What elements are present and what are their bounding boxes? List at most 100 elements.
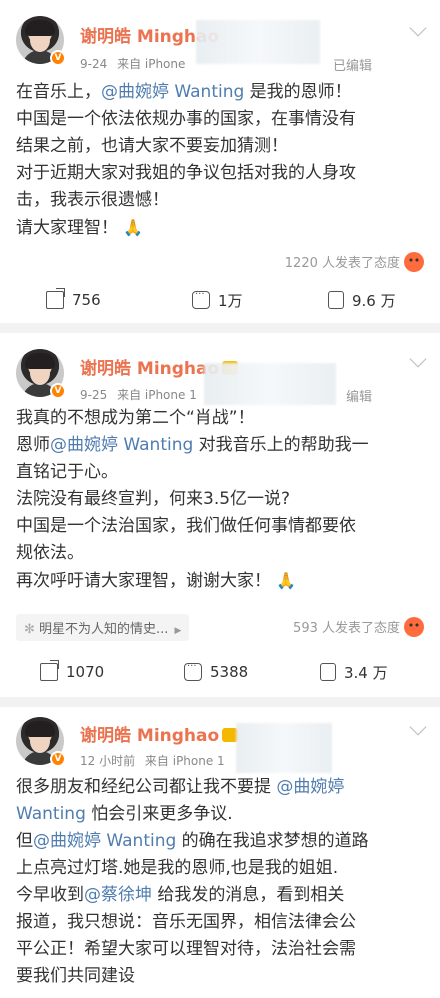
- text-line: 今早收到@蔡徐坤 给我发的消息，看到相关: [16, 882, 424, 909]
- text-seg: 击，我表示很遗憾！: [16, 190, 169, 210]
- post-source: 来自 iPhone 1: [117, 388, 197, 402]
- avatar-hair: [25, 20, 55, 36]
- arrow-right-icon: ▶: [174, 626, 182, 636]
- text-line: 在音乐上，@曲婉婷 Wanting 是我的恩师！: [16, 79, 424, 106]
- post-separator: [0, 697, 440, 707]
- text-line: 法院没有最终宣判，何来3.5亿一说?: [16, 486, 424, 513]
- text-line: 击，我表示很遗憾！: [16, 187, 424, 214]
- post-meta: 9-24 来自 iPhone: [80, 55, 191, 72]
- edited-label: 编辑: [346, 390, 373, 405]
- redacted-area: [204, 363, 336, 405]
- repost-icon: [46, 291, 64, 309]
- text-line: 规依法。: [16, 540, 424, 567]
- text-line: 对于近期大家对我姐的争议包括对我的人身攻: [16, 160, 424, 187]
- text-line: 恩师@曲婉婷 Wanting 对我音乐上的帮助我一: [16, 432, 424, 459]
- text-seg: 恩师: [16, 435, 50, 455]
- text-line: 请大家理智！ 🙏: [16, 214, 424, 242]
- repost-icon: [40, 663, 58, 681]
- chevron-down-icon[interactable]: [409, 718, 427, 736]
- repost-button[interactable]: 756: [46, 280, 101, 320]
- post-meta: 12 小时前 来自 iPhone 1: [80, 752, 231, 769]
- text-line: 很多朋友和经纪公司都让我不要提 @曲婉婷: [16, 774, 424, 801]
- comment-button[interactable]: 5388: [184, 652, 248, 692]
- post-time: 12 小时前: [80, 754, 136, 768]
- text-seg: 结果之前，也请大家不要妄加猜测！: [16, 136, 288, 156]
- text-line: 但@曲婉婷 Wanting 的确在我追求梦想的道路: [16, 828, 424, 855]
- post-source: 来自 iPhone: [117, 57, 186, 71]
- text-line: Wanting 怕会引来更多争议.: [16, 801, 424, 828]
- angry-face-icon: [404, 617, 424, 637]
- post-text: 很多朋友和经纪公司都让我不要提 @曲婉婷 Wanting 怕会引来更多争议. 但…: [16, 774, 424, 990]
- weibo-post-2: V 谢明皓 Minghao 9-25 来自 iPhone 1 编辑 我真的不想成…: [0, 335, 440, 702]
- post-separator: [0, 323, 440, 333]
- comment-icon: [184, 661, 202, 681]
- text-seg: 要我们共同建设: [16, 966, 135, 986]
- mention-link[interactable]: @蔡徐坤: [84, 885, 152, 905]
- chevron-down-icon[interactable]: [409, 19, 427, 37]
- mention-link[interactable]: @曲婉婷: [276, 777, 344, 797]
- text-line: 再次呼吁请大家理智，谢谢大家！ 🙏: [16, 567, 424, 595]
- like-button[interactable]: 9.6 万: [328, 280, 396, 320]
- text-seg: 的确在我追求梦想的道路: [176, 831, 369, 851]
- text-seg: 怕会引来更多争议.: [85, 804, 233, 824]
- text-seg: 平公正！希望大家可以理智对待，法治社会需: [16, 939, 356, 959]
- action-bar: 756 1万 9.6 万: [0, 280, 440, 320]
- topic-label: 明星不为人知的情史...: [39, 622, 169, 637]
- verified-badge-icon: V: [50, 383, 66, 399]
- post-time: 9-24: [80, 57, 108, 71]
- post-time: 9-25: [80, 388, 108, 402]
- weibo-post-1: V 谢明皓 Minghao 9-24 来自 iPhone 已编辑 在音乐上，@曲…: [0, 0, 440, 318]
- thumbs-up-icon: [320, 663, 336, 681]
- text-line: 要我们共同建设: [16, 963, 424, 990]
- mention-link[interactable]: @曲婉婷 Wanting: [101, 82, 244, 102]
- weibo-post-3: V 谢明皓 Minghao 12 小时前 来自 iPhone 1 很多朋友和经纪…: [0, 707, 440, 998]
- text-seg: 请大家理智！: [16, 218, 118, 238]
- angry-face-icon: [404, 252, 424, 272]
- like-count: 9.6 万: [352, 291, 396, 310]
- like-button[interactable]: 3.4 万: [320, 652, 388, 692]
- user-name[interactable]: 谢明皓 Minghao: [80, 721, 239, 746]
- topic-tag[interactable]: ✻ 明星不为人知的情史... ▶: [16, 614, 190, 641]
- text-seg: 直铭记于心。: [16, 462, 118, 482]
- text-seg: 上点亮过灯塔.她是我的恩师,也是我的姐姐.: [16, 858, 339, 878]
- comment-count: 5388: [210, 663, 249, 681]
- text-seg: 很多朋友和经纪公司都让我不要提: [16, 777, 271, 797]
- post-source: 来自 iPhone 1: [144, 754, 225, 768]
- reactions-summary[interactable]: 593 人发表了态度: [293, 617, 424, 637]
- text-seg: 中国是一个法治国家，我们做任何事情都要依: [16, 516, 356, 536]
- user-name-text: 谢明皓 Minghao: [80, 359, 220, 379]
- text-seg: 但: [16, 831, 33, 851]
- mention-link[interactable]: @曲婉婷 Wanting: [50, 435, 193, 455]
- text-line: 报道，我只想说：音乐无国界，相信法律会公: [16, 909, 424, 936]
- text-line: 上点亮过灯塔.她是我的恩师,也是我的姐姐.: [16, 855, 424, 882]
- thumbs-up-icon: [328, 291, 344, 309]
- text-seg: 报道，我只想说：音乐无国界，相信法律会公: [16, 912, 356, 932]
- reactions-count: 593 人发表了态度: [293, 621, 400, 636]
- comment-count: 1万: [218, 291, 243, 310]
- repost-count: 1070: [66, 663, 105, 681]
- redacted-area: [236, 723, 332, 773]
- topic-icon: ✻: [24, 622, 35, 637]
- text-seg: 今早收到: [16, 885, 84, 905]
- user-name-text: 谢明皓 Minghao: [80, 726, 220, 746]
- text-line: 我真的不想成为第二个“肖战”！: [16, 405, 424, 432]
- text-seg: 规依法。: [16, 543, 84, 563]
- text-line: 中国是一个法治国家，我们做任何事情都要依: [16, 513, 424, 540]
- comment-button[interactable]: 1万: [192, 280, 243, 320]
- text-seg: 对于近期大家对我姐的争议包括对我的人身攻: [16, 163, 356, 183]
- text-seg: 再次呼吁请大家理智，谢谢大家！: [16, 571, 271, 591]
- verified-badge-icon: V: [50, 50, 66, 66]
- repost-button[interactable]: 1070: [40, 652, 104, 692]
- text-seg: 我真的不想成为第二个“肖战”！: [16, 408, 255, 428]
- avatar-hair: [25, 353, 55, 369]
- reactions-summary[interactable]: 1220 人发表了态度: [285, 252, 424, 272]
- verified-badge-icon: V: [50, 751, 66, 767]
- text-seg: 中国是一个依法依规办事的国家，在事情没有: [16, 109, 356, 129]
- chevron-down-icon[interactable]: [409, 350, 427, 368]
- like-count: 3.4 万: [344, 663, 388, 682]
- mention-link[interactable]: Wanting: [16, 804, 86, 824]
- post-meta: 9-25 来自 iPhone 1: [80, 386, 203, 403]
- post-text: 我真的不想成为第二个“肖战”！ 恩师@曲婉婷 Wanting 对我音乐上的帮助我…: [16, 405, 424, 595]
- text-seg: 给我发的消息，看到相关: [152, 885, 345, 905]
- mention-link[interactable]: @曲婉婷 Wanting: [33, 831, 176, 851]
